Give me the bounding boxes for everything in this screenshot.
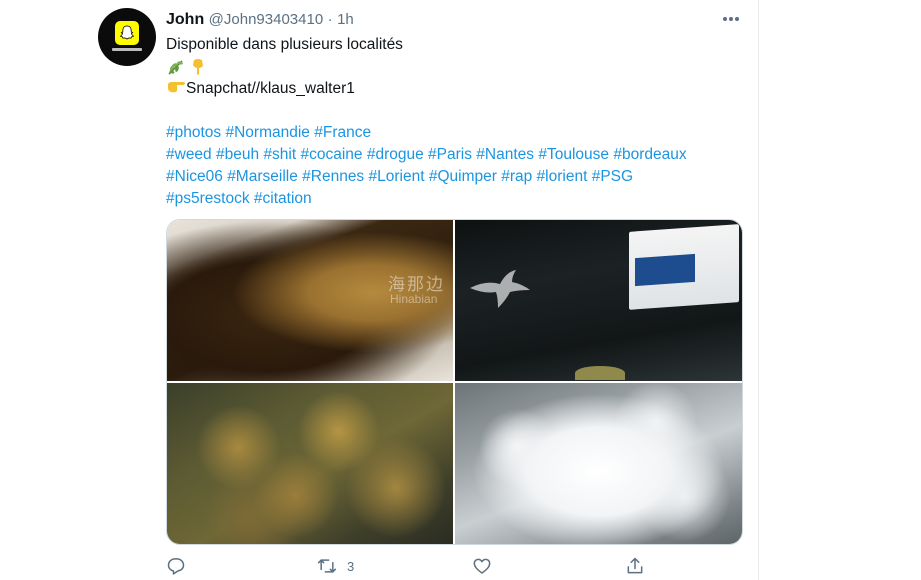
point-right-emoji-icon	[168, 82, 185, 93]
reply-icon	[167, 558, 185, 575]
hashtag-link[interactable]: #cocaine	[300, 146, 362, 163]
hashtag-link[interactable]: #weed	[166, 146, 212, 163]
hashtag-line: #ps5restock #citation	[166, 188, 746, 210]
photo-box-label	[635, 253, 695, 287]
photo-bud	[575, 366, 625, 380]
column-divider	[758, 0, 759, 580]
retweet-count: 3	[347, 558, 355, 574]
hashtag-link[interactable]: #Toulouse	[538, 146, 609, 163]
media-photo-3[interactable]	[167, 383, 453, 544]
hashtag-link[interactable]: #Nantes	[476, 146, 534, 163]
avatar-caption	[112, 48, 142, 51]
user-handle[interactable]: @John93403410	[209, 11, 324, 28]
snapchat-line: Snapchat//klaus_walter1	[166, 78, 746, 100]
hashtag-link[interactable]: #ps5restock	[166, 190, 250, 207]
hashtag-link[interactable]: #Quimper	[429, 168, 497, 185]
tweet-header: John @John93403410 · 1h	[166, 10, 354, 30]
reply-button[interactable]	[166, 554, 186, 578]
tweet-text: Disponible dans plusieurs localités Snap…	[166, 34, 746, 210]
media-photo-2[interactable]	[455, 220, 742, 381]
hashtag-line: #Nice06 #Marseille #Rennes #Lorient #Qui…	[166, 166, 746, 188]
hashtag-link[interactable]: #rap	[501, 168, 532, 185]
hashtag-line: #weed #beuh #shit #cocaine #drogue #Pari…	[166, 144, 746, 166]
ghost-icon	[120, 25, 134, 40]
media-photo-1[interactable]	[167, 220, 453, 381]
like-button[interactable]	[472, 554, 492, 578]
hashtags: #photos #Normandie #France #weed #beuh #…	[166, 122, 746, 210]
hashtag-link[interactable]: #photos	[166, 124, 221, 141]
hashtag-link[interactable]: #France	[314, 124, 371, 141]
tweet-page: John @John93403410 · 1h Disponible dans …	[0, 0, 921, 580]
hashtag-link[interactable]: #Marseille	[227, 168, 298, 185]
hashtag-link[interactable]: #beuh	[216, 146, 259, 163]
hashtag-link[interactable]: #shit	[263, 146, 296, 163]
header-separator: ·	[327, 11, 333, 28]
hashtag-link[interactable]: #PSG	[592, 168, 633, 185]
hashtag-link[interactable]: #Rennes	[302, 168, 364, 185]
point-down-emoji-icon	[193, 59, 203, 75]
snapchat-handle-text: Snapchat//klaus_walter1	[186, 80, 355, 97]
hashtag-link[interactable]: #bordeaux	[613, 146, 686, 163]
like-icon	[473, 558, 491, 574]
display-name[interactable]: John	[166, 11, 204, 28]
media-photo-4[interactable]	[455, 383, 742, 544]
tweet-text-line: Disponible dans plusieurs localités	[166, 36, 403, 53]
media-grid	[166, 219, 743, 545]
emoji-line	[166, 56, 746, 78]
more-options-icon[interactable]	[721, 10, 741, 28]
hashtag-link[interactable]: #citation	[254, 190, 312, 207]
hashtag-link[interactable]: #Lorient	[369, 168, 425, 185]
hashtag-link[interactable]: #Normandie	[225, 124, 309, 141]
share-icon	[627, 557, 643, 574]
retweet-button[interactable]: 3	[317, 554, 354, 578]
share-button[interactable]	[625, 554, 645, 578]
hashtag-link[interactable]: #lorient	[537, 168, 588, 185]
tweet-time[interactable]: 1h	[337, 11, 354, 28]
herb-emoji-icon	[168, 60, 183, 75]
hashtag-link[interactable]: #Nice06	[166, 168, 223, 185]
hashtag-link[interactable]: #drogue	[367, 146, 424, 163]
retweet-icon	[317, 559, 337, 573]
tweet-actions: 3	[166, 554, 646, 578]
avatar[interactable]	[98, 8, 156, 66]
hashtag-line: #photos #Normandie #France	[166, 122, 746, 144]
hashtag-link[interactable]: #Paris	[428, 146, 472, 163]
tweet[interactable]: John @John93403410 · 1h Disponible dans …	[0, 0, 758, 580]
